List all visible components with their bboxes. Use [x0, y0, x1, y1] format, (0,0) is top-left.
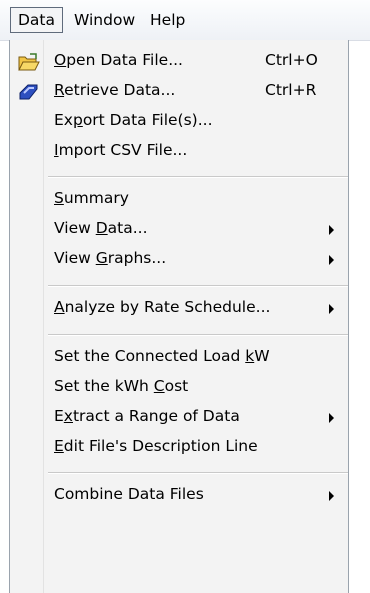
- menu-item-label: Summary: [54, 189, 129, 207]
- open-folder-icon: [18, 53, 40, 71]
- menu-help[interactable]: Help: [144, 8, 191, 32]
- retrieve-diamond-icon: [18, 83, 38, 101]
- menu-item-label: Analyze by Rate Schedule...: [54, 298, 271, 316]
- menu-item-label: Export Data File(s)...: [54, 111, 213, 129]
- menu-separator: [48, 176, 348, 178]
- menu-window[interactable]: Window: [68, 8, 141, 32]
- submenu-arrow-icon: [329, 225, 334, 235]
- menu-item-label: View Data...: [54, 219, 148, 237]
- menu-item-label: Combine Data Files: [54, 485, 204, 503]
- data-dropdown-menu: Open Data File... Ctrl+O Retrieve Data..…: [9, 40, 349, 593]
- menu-item-export-data-files[interactable]: Export Data File(s)...: [10, 107, 348, 137]
- menu-item-open-data-file[interactable]: Open Data File... Ctrl+O: [10, 47, 348, 77]
- menu-bar: Data Window Help: [0, 0, 370, 41]
- shortcut-label: Ctrl+O: [265, 51, 318, 69]
- menu-item-set-kwh-cost[interactable]: Set the kWh Cost: [10, 373, 348, 403]
- shortcut-label: Ctrl+R: [265, 81, 317, 99]
- menu-item-view-graphs[interactable]: View Graphs...: [10, 245, 348, 275]
- menu-item-label: Edit File's Description Line: [54, 437, 258, 455]
- menu-item-label: Open Data File...: [54, 51, 183, 69]
- menu-item-label: Retrieve Data...: [54, 81, 176, 99]
- menu-item-analyze-by-rate-schedule[interactable]: Analyze by Rate Schedule...: [10, 294, 348, 324]
- submenu-arrow-icon: [329, 255, 334, 265]
- menu-item-summary[interactable]: Summary: [10, 185, 348, 215]
- menu-item-label: Set the Connected Load kW: [54, 347, 270, 365]
- menu-item-label: Extract a Range of Data: [54, 407, 240, 425]
- menu-item-edit-description[interactable]: Edit File's Description Line: [10, 433, 348, 463]
- menu-item-label: Set the kWh Cost: [54, 377, 189, 395]
- menu-separator: [48, 472, 348, 474]
- submenu-arrow-icon: [329, 413, 334, 423]
- menu-item-import-csv-file[interactable]: Import CSV File...: [10, 137, 348, 167]
- menu-item-label: View Graphs...: [54, 249, 167, 267]
- submenu-arrow-icon: [329, 491, 334, 501]
- menu-item-extract-range[interactable]: Extract a Range of Data: [10, 403, 348, 433]
- menu-item-label: Import CSV File...: [54, 141, 188, 159]
- menu-item-combine-data-files[interactable]: Combine Data Files: [10, 481, 348, 511]
- menu-separator: [48, 334, 348, 336]
- menu-item-view-data[interactable]: View Data...: [10, 215, 348, 245]
- submenu-arrow-icon: [329, 304, 334, 314]
- menu-separator: [48, 285, 348, 287]
- menu-data[interactable]: Data: [10, 7, 64, 33]
- menu-item-retrieve-data[interactable]: Retrieve Data... Ctrl+R: [10, 77, 348, 107]
- menu-item-set-connected-load[interactable]: Set the Connected Load kW: [10, 343, 348, 373]
